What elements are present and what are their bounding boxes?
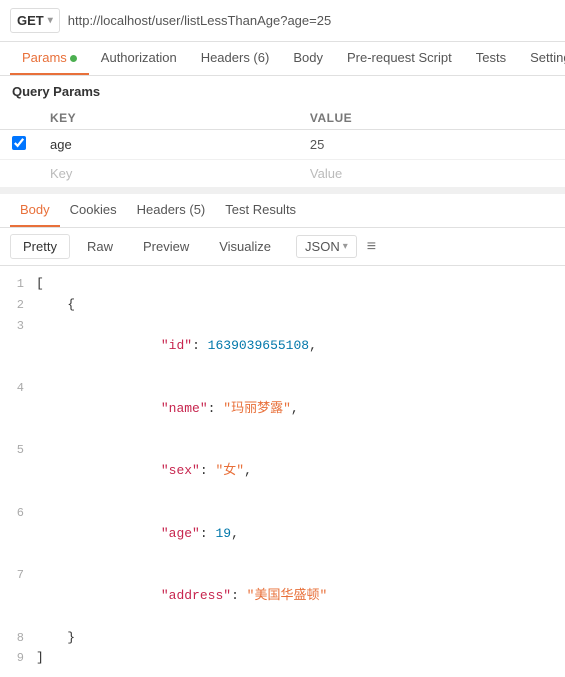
json-line-5: 5 "sex": "女", xyxy=(0,440,565,502)
params-table-header: KEY VALUE xyxy=(0,107,565,130)
body-tab-cookies-label: Cookies xyxy=(70,202,117,217)
row-value-cell: 25 xyxy=(298,130,565,160)
tab-params[interactable]: Params xyxy=(10,42,89,75)
line-content-1: [ xyxy=(36,274,565,295)
col-value-header: VALUE xyxy=(298,107,565,130)
row-checkbox-cell[interactable] xyxy=(0,130,38,160)
line-num-4: 4 xyxy=(0,378,36,398)
line-content-8: } xyxy=(36,628,565,649)
line-num-3: 3 xyxy=(0,316,36,336)
format-tab-visualize[interactable]: Visualize xyxy=(206,234,284,259)
row-key-cell: age xyxy=(38,130,298,160)
tab-pre-request-label: Pre-request Script xyxy=(347,50,452,65)
query-params-section-label: Query Params xyxy=(0,76,565,107)
tab-tests[interactable]: Tests xyxy=(464,42,518,75)
format-tab-pretty-label: Pretty xyxy=(23,239,57,254)
tab-body[interactable]: Body xyxy=(281,42,335,75)
tab-tests-label: Tests xyxy=(476,50,506,65)
url-input[interactable] xyxy=(68,13,555,28)
body-tab-body[interactable]: Body xyxy=(10,194,60,227)
line-content-9: ] xyxy=(36,648,565,669)
params-table: KEY VALUE age 25 Key Value xyxy=(0,107,565,188)
line-content-7: "address": "美国华盛顿" xyxy=(36,565,565,627)
format-tab-raw[interactable]: Raw xyxy=(74,234,126,259)
json-line-4: 4 "name": "玛丽梦露", xyxy=(0,378,565,440)
body-tab-headers5[interactable]: Headers (5) xyxy=(127,194,216,227)
line-num-5: 5 xyxy=(0,440,36,460)
json-area: 1 [ 2 { 3 "id": 1639039655108, 4 "name":… xyxy=(0,266,565,677)
json-line-1: 1 [ xyxy=(0,274,565,295)
json-line-9: 9 ] xyxy=(0,648,565,669)
tab-pre-request[interactable]: Pre-request Script xyxy=(335,42,464,75)
row-value: 25 xyxy=(310,137,324,152)
line-num-1: 1 xyxy=(0,274,36,294)
tab-settings[interactable]: Setting xyxy=(518,42,565,75)
line-num-9: 9 xyxy=(0,648,36,668)
body-tab-body-label: Body xyxy=(20,202,50,217)
top-tabs-row: Params Authorization Headers (6) Body Pr… xyxy=(0,42,565,76)
json-chevron: ▾ xyxy=(343,241,348,252)
tab-params-label: Params xyxy=(22,50,67,65)
url-bar: GET ▾ xyxy=(0,0,565,42)
wrap-icon[interactable]: ≡ xyxy=(367,238,376,256)
placeholder-checkbox-cell xyxy=(0,160,38,188)
tab-settings-label: Setting xyxy=(530,50,565,65)
line-content-2: { xyxy=(36,295,565,316)
format-tab-pretty[interactable]: Pretty xyxy=(10,234,70,259)
json-line-7: 7 "address": "美国华盛顿" xyxy=(0,565,565,627)
placeholder-value[interactable]: Value xyxy=(298,160,565,188)
json-line-3: 3 "id": 1639039655108, xyxy=(0,316,565,378)
json-label: JSON xyxy=(305,239,340,254)
table-placeholder-row: Key Value xyxy=(0,160,565,188)
tab-headers[interactable]: Headers (6) xyxy=(189,42,282,75)
body-tab-cookies[interactable]: Cookies xyxy=(60,194,127,227)
line-content-3: "id": 1639039655108, xyxy=(36,316,565,378)
json-format-select[interactable]: JSON ▾ xyxy=(296,235,357,258)
body-section: Body Cookies Headers (5) Test Results Pr… xyxy=(0,188,565,677)
method-label: GET xyxy=(17,13,44,28)
method-select[interactable]: GET ▾ xyxy=(10,8,60,33)
format-tab-preview[interactable]: Preview xyxy=(130,234,202,259)
json-line-6: 6 "age": 19, xyxy=(0,503,565,565)
row-checkbox[interactable] xyxy=(12,136,26,150)
line-content-4: "name": "玛丽梦露", xyxy=(36,378,565,440)
format-tabs-row: Pretty Raw Preview Visualize JSON ▾ ≡ xyxy=(0,228,565,266)
params-dot xyxy=(70,55,77,62)
tab-authorization-label: Authorization xyxy=(101,50,177,65)
line-content-5: "sex": "女", xyxy=(36,440,565,502)
method-chevron: ▾ xyxy=(48,15,53,26)
col-key-header: KEY xyxy=(38,107,298,130)
tab-authorization[interactable]: Authorization xyxy=(89,42,189,75)
placeholder-key[interactable]: Key xyxy=(38,160,298,188)
body-tab-test-results-label: Test Results xyxy=(225,202,296,217)
line-num-8: 8 xyxy=(0,628,36,648)
body-tab-test-results[interactable]: Test Results xyxy=(215,194,306,227)
tab-body-label: Body xyxy=(293,50,323,65)
col-checkbox xyxy=(0,107,38,130)
wrap-symbol: ≡ xyxy=(367,238,376,256)
line-num-2: 2 xyxy=(0,295,36,315)
row-key: age xyxy=(50,137,72,152)
format-tab-preview-label: Preview xyxy=(143,239,189,254)
body-tab-headers5-label: Headers (5) xyxy=(137,202,206,217)
format-tab-visualize-label: Visualize xyxy=(219,239,271,254)
table-row: age 25 xyxy=(0,130,565,160)
json-line-2: 2 { xyxy=(0,295,565,316)
line-content-6: "age": 19, xyxy=(36,503,565,565)
format-tab-raw-label: Raw xyxy=(87,239,113,254)
json-line-8: 8 } xyxy=(0,628,565,649)
tab-headers-label: Headers (6) xyxy=(201,50,270,65)
body-tabs-row: Body Cookies Headers (5) Test Results xyxy=(0,194,565,228)
line-num-7: 7 xyxy=(0,565,36,585)
line-num-6: 6 xyxy=(0,503,36,523)
